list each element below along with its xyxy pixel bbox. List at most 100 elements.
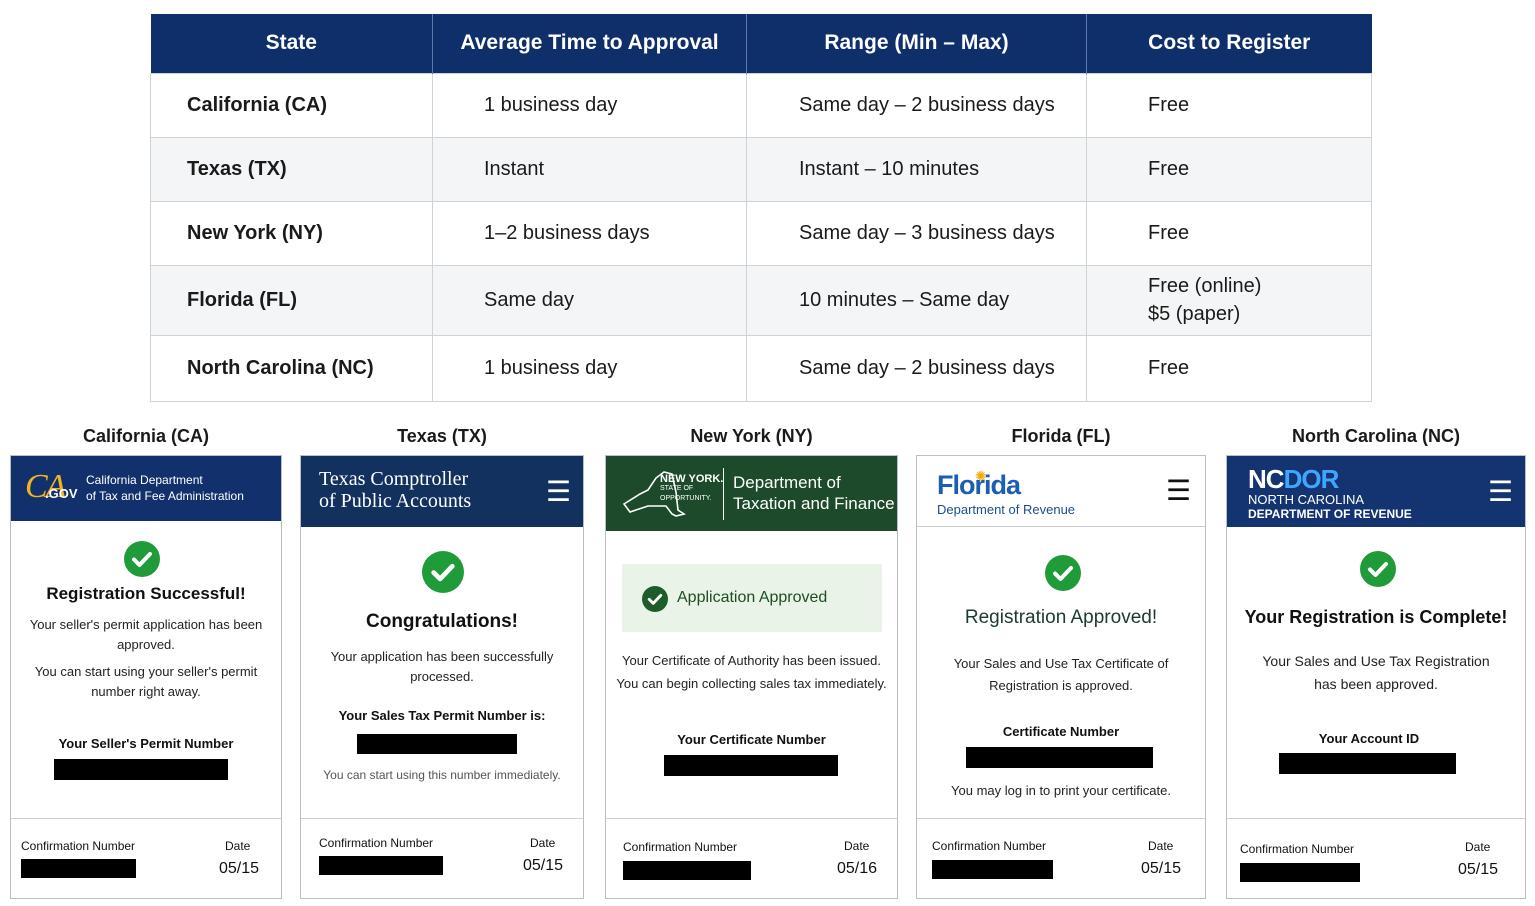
redacted-confirmation-number [1240,863,1360,882]
hamburger-menu-icon[interactable]: ☰ [1488,477,1513,506]
date-label: Date [844,839,870,853]
state-cell: California (CA) [150,72,433,138]
message-line: Your Certificate of Authority has been i… [622,653,881,668]
agency-name-line: of Tax and Fee Administration [86,489,244,503]
fl-header: ✺ Florida Department of Revenue ☰ [917,456,1205,527]
certificate-number-label: Your Certificate Number [677,732,826,747]
ncdor-logo-nc: NC [1248,464,1285,494]
agency-name-line: Department of [733,473,841,492]
agency-name-line: California Department [86,473,203,487]
hamburger-menu-icon[interactable]: ☰ [1166,477,1191,505]
ca-gov-logo-suffix: .GOV [45,486,78,501]
permit-number-label: Your Sales Tax Permit Number is: [338,708,546,723]
state-cell: New York (NY) [150,200,433,266]
table-row: Texas (TX) Instant Instant – 10 minutes … [150,136,1372,202]
success-heading: Registration Approved! [964,607,1158,628]
card-footer: Confirmation Number Date 05/15 [301,818,583,898]
card-label-florida: Florida (FL) [1011,426,1111,446]
message-line: You can start using your seller's permit [34,664,258,679]
check-circle-icon [642,586,668,612]
date-label: Date [530,836,556,850]
redacted-confirmation-number [623,861,751,880]
avg-time-cell: Same day [432,264,747,336]
card-label-california: California (CA) [83,426,209,446]
redacted-certificate-number [664,755,838,776]
card-footer: Confirmation Number Date 05/16 [606,818,897,898]
message-line: Your application has been successfully [330,649,554,664]
success-heading: Your Registration is Complete! [1244,607,1508,627]
usage-message: You can start using your seller's permit… [11,662,281,702]
message-line: number right away. [91,684,201,699]
agency-name: California Department of Tax and Fee Adm… [86,472,244,504]
table-row: New York (NY) 1–2 business days Same day… [150,200,1372,266]
avg-time-cell: 1 business day [432,72,747,138]
state-cell: Texas (TX) [150,136,433,202]
range-cell: Instant – 10 minutes [746,136,1087,202]
check-circle-icon [422,551,464,593]
california-confirmation-card: CA .GOV California Department of Tax and… [10,455,282,899]
agency-name: Texas Comptroller of Public Accounts [319,468,471,512]
message-line: You can begin collecting sales tax immed… [616,676,887,691]
hamburger-menu-icon[interactable]: ☰ [546,477,571,506]
approval-message: Your Sales and Use Tax Registration has … [1227,650,1525,696]
cost-text: Free [1148,222,1190,244]
approval-message: Your seller's permit application has bee… [11,615,281,655]
card-label-north-carolina: North Carolina (NC) [1292,426,1460,446]
table-header-row: State Average Time to Approval Range (Mi… [150,14,1372,73]
approval-banner: Application Approved [622,564,882,632]
confirmation-number-label: Confirmation Number [1240,842,1355,856]
success-heading: Congratulations! [366,611,518,632]
certificate-number-label: Certificate Number [1002,724,1120,739]
column-header-average-time: Average Time to Approval [432,14,747,73]
date-label: Date [1465,840,1491,854]
date-label: Date [1148,839,1174,853]
ny-header: NEW YORK. STATE OF OPPORTUNITY. Departme… [606,456,897,531]
header-divider [723,468,724,520]
ny-brand-subtitle: STATE OF [660,485,694,492]
date-value: 05/15 [1458,861,1499,878]
agency-name-line: Taxation and Finance [733,494,895,513]
agency-name-line: Texas Comptroller [319,468,469,490]
florida-logo: Florida [937,470,1021,500]
cost-text: Free [1148,94,1190,116]
confirmation-number-label: Confirmation Number [21,839,136,853]
cost-text: Free (online) [1148,275,1262,297]
state-cell: Florida (FL) [150,264,433,336]
cost-text: Free [1148,357,1190,379]
date-value: 05/15 [219,860,260,877]
agency-name-line: NORTH CAROLINA [1248,492,1365,507]
redacted-permit-number [357,734,517,754]
message-line: has been approved. [1314,676,1438,692]
column-header-state: State [150,14,433,73]
permit-number-label: Your Seller's Permit Number [58,736,234,751]
cost-cell: Free (online) $5 (paper) [1086,264,1372,336]
cost-text: $5 (paper) [1148,303,1241,325]
date-value: 05/16 [837,860,878,877]
card-label-texas: Texas (TX) [397,426,487,446]
cost-cell: Free [1086,72,1372,138]
confirmation-number-label: Confirmation Number [623,840,738,854]
approval-banner-text: Application Approved [677,589,828,606]
cost-cell: Free [1086,200,1372,266]
agency-name: Department of Taxation and Finance [733,472,895,514]
redacted-confirmation-number [21,859,136,878]
range-cell: Same day – 2 business days [746,334,1087,402]
redacted-confirmation-number [932,860,1053,879]
column-header-cost: Cost to Register [1086,14,1372,73]
card-footer: Confirmation Number Date 05/15 [917,818,1205,898]
card-footer: Confirmation Number Date 05/15 [1227,818,1525,898]
account-id-label: Your Account ID [1318,731,1420,746]
agency-name: Department of Revenue [937,502,1076,517]
message-line: Your Sales and Use Tax Registration [1262,653,1490,669]
check-circle-icon [1360,551,1396,587]
cost-cell: Free [1086,136,1372,202]
redacted-certificate-number [966,747,1153,768]
card-footer: Confirmation Number Date 05/15 [11,818,281,898]
date-label: Date [225,839,251,853]
column-header-range: Range (Min – Max) [746,14,1087,73]
date-value: 05/15 [1141,860,1182,877]
ncdor-logo: NCDOR [1248,464,1339,495]
range-cell: 10 minutes – Same day [746,264,1087,336]
table-row: Florida (FL) Same day 10 minutes – Same … [150,264,1372,336]
redacted-permit-number [54,759,228,780]
